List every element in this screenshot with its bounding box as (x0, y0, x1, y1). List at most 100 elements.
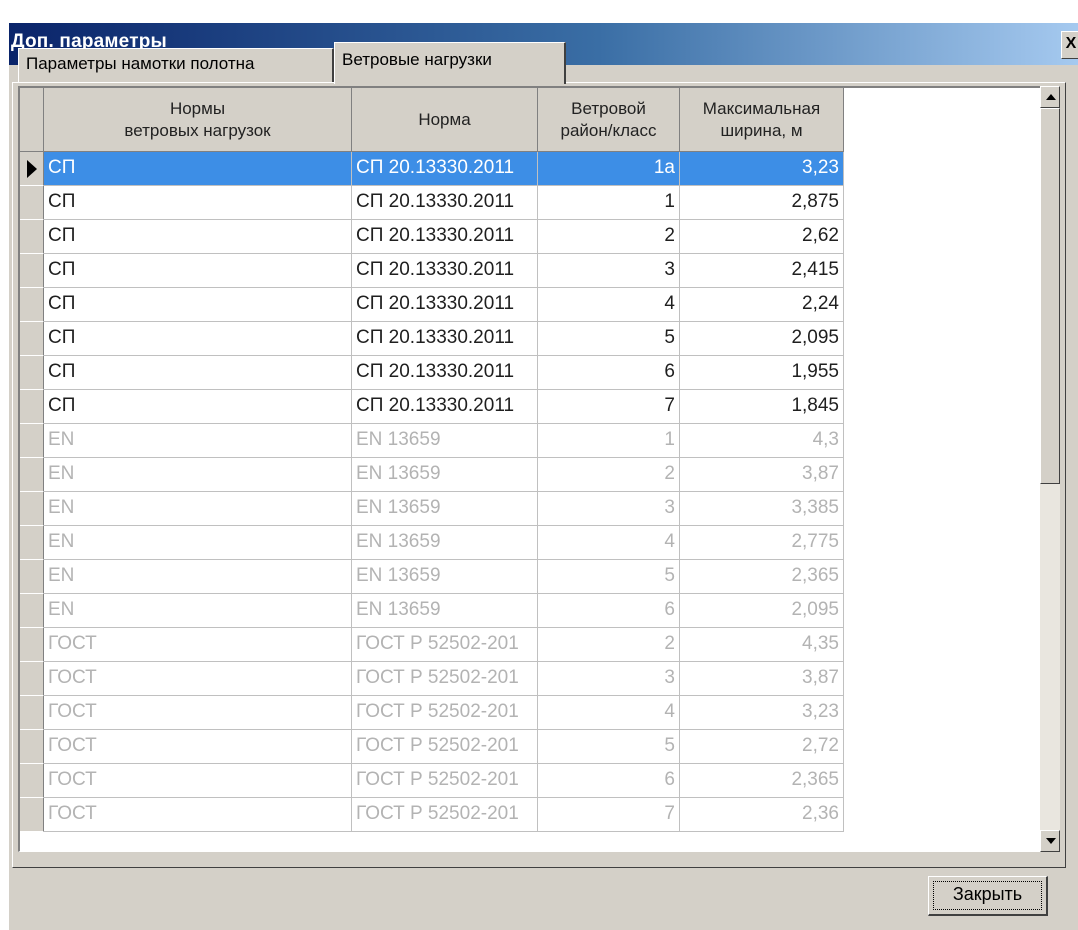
cell-standard[interactable]: ГОСТ (44, 662, 352, 696)
close-icon[interactable]: X (1061, 31, 1078, 59)
column-header-region[interactable]: Ветровой район/класс (538, 88, 680, 152)
cell-region[interactable]: 6 (538, 594, 680, 628)
cell-norm[interactable]: EN 13659 (352, 458, 538, 492)
cell-standard[interactable]: СП (44, 288, 352, 322)
cell-max-width[interactable]: 1,845 (680, 390, 844, 424)
cell-max-width[interactable]: 4,3 (680, 424, 844, 458)
cell-norm[interactable]: EN 13659 (352, 594, 538, 628)
close-button[interactable]: Закрыть (928, 876, 1048, 916)
cell-region[interactable]: 1 (538, 186, 680, 220)
cell-standard[interactable]: ГОСТ (44, 696, 352, 730)
cell-norm[interactable]: EN 13659 (352, 492, 538, 526)
cell-norm[interactable]: СП 20.13330.2011 (352, 356, 538, 390)
cell-norm[interactable]: СП 20.13330.2011 (352, 390, 538, 424)
cell-standard[interactable]: СП (44, 390, 352, 424)
cell-region[interactable]: 2 (538, 628, 680, 662)
cell-max-width[interactable]: 2,365 (680, 560, 844, 594)
cell-norm[interactable]: СП 20.13330.2011 (352, 254, 538, 288)
cell-standard[interactable]: СП (44, 152, 352, 186)
cell-standard[interactable]: СП (44, 356, 352, 390)
cell-norm[interactable]: EN 13659 (352, 424, 538, 458)
cell-standard[interactable]: ГОСТ (44, 764, 352, 798)
row-indicator[interactable] (20, 560, 44, 594)
row-indicator[interactable] (20, 424, 44, 458)
scroll-thumb[interactable] (1040, 108, 1060, 484)
cell-region[interactable]: 3 (538, 492, 680, 526)
tab-winding-params[interactable]: Параметры намотки полотна (18, 48, 334, 82)
cell-standard[interactable]: EN (44, 560, 352, 594)
cell-norm[interactable]: ГОСТ Р 52502-201 (352, 696, 538, 730)
row-indicator[interactable] (20, 628, 44, 662)
cell-norm[interactable]: ГОСТ Р 52502-201 (352, 628, 538, 662)
cell-max-width[interactable]: 2,095 (680, 322, 844, 356)
table-row[interactable]: EN EN 13659 1 4,3 (20, 424, 844, 458)
cell-standard[interactable]: EN (44, 458, 352, 492)
cell-norm[interactable]: СП 20.13330.2011 (352, 322, 538, 356)
cell-region[interactable]: 4 (538, 526, 680, 560)
row-indicator[interactable] (20, 764, 44, 798)
cell-standard[interactable]: EN (44, 526, 352, 560)
scroll-down-button[interactable] (1040, 830, 1060, 852)
cell-standard[interactable]: ГОСТ (44, 730, 352, 764)
table-row[interactable]: EN EN 13659 2 3,87 (20, 458, 844, 492)
cell-max-width[interactable]: 2,365 (680, 764, 844, 798)
column-header-max-width[interactable]: Максимальная ширина, м (680, 88, 844, 152)
cell-max-width[interactable]: 2,62 (680, 220, 844, 254)
cell-max-width[interactable]: 3,23 (680, 152, 844, 186)
cell-max-width[interactable]: 2,24 (680, 288, 844, 322)
cell-region[interactable]: 1а (538, 152, 680, 186)
cell-max-width[interactable]: 4,35 (680, 628, 844, 662)
cell-max-width[interactable]: 2,775 (680, 526, 844, 560)
column-header-standards[interactable]: Нормы ветровых нагрузок (44, 88, 352, 152)
table-row[interactable]: СП СП 20.13330.2011 1а 3,23 (20, 152, 844, 186)
cell-norm[interactable]: ГОСТ Р 52502-201 (352, 662, 538, 696)
row-indicator[interactable] (20, 696, 44, 730)
cell-standard[interactable]: ГОСТ (44, 628, 352, 662)
table-row[interactable]: ГОСТ ГОСТ Р 52502-201 5 2,72 (20, 730, 844, 764)
row-indicator[interactable] (20, 662, 44, 696)
cell-max-width[interactable]: 3,87 (680, 662, 844, 696)
cell-region[interactable]: 5 (538, 730, 680, 764)
table-row[interactable]: ГОСТ ГОСТ Р 52502-201 4 3,23 (20, 696, 844, 730)
cell-standard[interactable]: СП (44, 186, 352, 220)
cell-standard[interactable]: ГОСТ (44, 798, 352, 832)
cell-max-width[interactable]: 2,72 (680, 730, 844, 764)
table-row[interactable]: СП СП 20.13330.2011 6 1,955 (20, 356, 844, 390)
cell-norm[interactable]: СП 20.13330.2011 (352, 288, 538, 322)
scroll-up-button[interactable] (1040, 86, 1060, 108)
cell-region[interactable]: 5 (538, 560, 680, 594)
row-indicator[interactable] (20, 458, 44, 492)
cell-standard[interactable]: СП (44, 322, 352, 356)
cell-region[interactable]: 6 (538, 356, 680, 390)
table-row[interactable]: EN EN 13659 5 2,365 (20, 560, 844, 594)
row-indicator[interactable] (20, 594, 44, 628)
cell-max-width[interactable]: 2,415 (680, 254, 844, 288)
table-row[interactable]: СП СП 20.13330.2011 7 1,845 (20, 390, 844, 424)
row-indicator[interactable] (20, 186, 44, 220)
column-header-norm[interactable]: Норма (352, 88, 538, 152)
cell-region[interactable]: 3 (538, 254, 680, 288)
row-indicator[interactable] (20, 526, 44, 560)
table-row[interactable]: ГОСТ ГОСТ Р 52502-201 7 2,36 (20, 798, 844, 832)
table-row[interactable]: ГОСТ ГОСТ Р 52502-201 2 4,35 (20, 628, 844, 662)
cell-norm[interactable]: СП 20.13330.2011 (352, 220, 538, 254)
table-row[interactable]: СП СП 20.13330.2011 2 2,62 (20, 220, 844, 254)
row-indicator[interactable] (20, 730, 44, 764)
cell-max-width[interactable]: 2,875 (680, 186, 844, 220)
row-indicator[interactable] (20, 288, 44, 322)
cell-standard[interactable]: EN (44, 424, 352, 458)
cell-standard[interactable]: EN (44, 594, 352, 628)
cell-norm[interactable]: СП 20.13330.2011 (352, 186, 538, 220)
cell-region[interactable]: 5 (538, 322, 680, 356)
table-row[interactable]: ГОСТ ГОСТ Р 52502-201 6 2,365 (20, 764, 844, 798)
cell-max-width[interactable]: 3,87 (680, 458, 844, 492)
table-row[interactable]: ГОСТ ГОСТ Р 52502-201 3 3,87 (20, 662, 844, 696)
row-indicator[interactable] (20, 356, 44, 390)
table-row[interactable]: СП СП 20.13330.2011 3 2,415 (20, 254, 844, 288)
cell-norm[interactable]: ГОСТ Р 52502-201 (352, 798, 538, 832)
row-indicator[interactable] (20, 798, 44, 832)
row-indicator[interactable] (20, 390, 44, 424)
cell-norm[interactable]: ГОСТ Р 52502-201 (352, 730, 538, 764)
table-row[interactable]: EN EN 13659 3 3,385 (20, 492, 844, 526)
cell-max-width[interactable]: 2,36 (680, 798, 844, 832)
